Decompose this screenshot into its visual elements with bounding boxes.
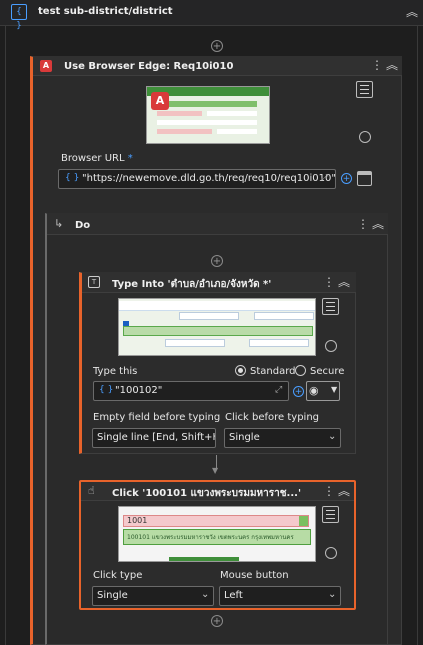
add-variable-icon[interactable]: +	[341, 173, 352, 184]
use-browser-title: Use Browser Edge: Req10i010	[64, 61, 234, 72]
radio-secure[interactable]	[295, 365, 306, 376]
collapse-icon[interactable]: ︽	[406, 5, 418, 19]
browser-screenshot-thumbnail: A	[146, 86, 270, 144]
click-icon: ☝	[88, 484, 95, 497]
click-before-label: Click before typing	[225, 412, 320, 423]
thumb-option-text: 100101 แขวงพระบรมมหาราชวัง เขตพระนคร กรุ…	[127, 534, 294, 541]
do-arrow-icon: ↳	[54, 217, 64, 230]
chevron-down-icon: ⌄	[328, 589, 337, 600]
click-type-dropdown[interactable]: Single ⌄	[92, 586, 214, 606]
add-activity-button[interactable]: +	[211, 40, 223, 52]
sequence-header[interactable]: { } test sub-district/district ︽	[0, 0, 423, 31]
collapse-icon[interactable]: ︽	[338, 484, 350, 498]
browser-url-label: Browser URL *	[61, 153, 133, 164]
click-before-dropdown[interactable]: Single ⌄	[224, 428, 341, 448]
type-into-title: Type Into 'ตำบล/อำเภอ/จังหวัด *'	[112, 279, 272, 290]
click-target-thumbnail: 1001 100101 แขวงพระบรมมหาราชวัง เขตพระนค…	[118, 506, 316, 562]
do-header[interactable]	[47, 213, 388, 235]
chevron-down-icon: ⌄	[328, 431, 337, 442]
type-this-label: Type this	[93, 366, 138, 377]
type-this-field[interactable]: { } "100102" ⤢	[93, 381, 289, 401]
chevron-down-icon: ⌄	[201, 589, 210, 600]
empty-field-dropdown[interactable]: Single line [End, Shift+H	[92, 428, 216, 448]
edge-browser-icon: A	[40, 60, 52, 72]
connector-arrow-icon: ▼	[212, 466, 219, 475]
browser-window-icon[interactable]	[357, 171, 372, 186]
mouse-button-dropdown[interactable]: Left ⌄	[219, 586, 341, 606]
hide-text-toggle[interactable]: ◉ ▼	[306, 381, 340, 401]
add-activity-button[interactable]: +	[211, 255, 223, 267]
add-activity-button[interactable]: +	[211, 615, 223, 627]
collapse-icon[interactable]: ︽	[386, 58, 398, 72]
more-options-icon[interactable]: ⋮	[323, 275, 335, 289]
more-options-icon[interactable]: ⋮	[357, 217, 369, 231]
click-type-label: Click type	[93, 570, 143, 581]
more-options-icon[interactable]: ⋮	[371, 58, 383, 72]
click-title: Click '100101 แขวงพระบรมมหาราช...'	[112, 488, 301, 499]
properties-list-button[interactable]	[322, 298, 339, 315]
browser-url-field[interactable]: { } "https://newemove.dld.go.th/req/req1…	[58, 169, 336, 189]
collapse-icon[interactable]: ︽	[372, 217, 384, 231]
expand-icon[interactable]: ⤢	[321, 173, 328, 183]
thumb-input-text: 1001	[127, 516, 148, 525]
sequence-icon: { }	[11, 4, 27, 31]
radio-standard-label: Standard	[250, 366, 296, 377]
edge-browser-icon: A	[151, 92, 169, 110]
empty-field-value: Single line [End, Shift+H	[97, 432, 216, 443]
add-variable-icon[interactable]: +	[293, 386, 304, 397]
properties-list-button[interactable]	[356, 81, 373, 98]
empty-field-label: Empty field before typing	[93, 412, 221, 423]
expand-icon[interactable]: ⤢	[275, 385, 282, 395]
radio-secure-label: Secure	[310, 366, 345, 377]
target-indicate-icon[interactable]	[325, 547, 337, 559]
expression-icon: { }	[65, 173, 80, 183]
more-options-icon[interactable]: ⋮	[323, 484, 335, 498]
do-title: Do	[75, 220, 91, 231]
type-into-icon: T	[88, 276, 100, 288]
type-this-value: "100102"	[115, 385, 163, 396]
click-before-value: Single	[229, 432, 260, 443]
sequence-title: test sub-district/district	[38, 6, 173, 17]
mouse-button-value: Left	[224, 590, 243, 601]
chevron-down-icon: ▼	[331, 385, 338, 394]
collapse-icon[interactable]: ︽	[338, 275, 350, 289]
click-type-value: Single	[97, 590, 128, 601]
radio-standard[interactable]	[235, 365, 246, 376]
mouse-button-label: Mouse button	[220, 570, 289, 581]
eye-slash-icon: ◉	[309, 384, 319, 397]
properties-list-button[interactable]	[322, 506, 339, 523]
target-indicate-icon[interactable]	[325, 340, 337, 352]
type-into-target-thumbnail	[118, 298, 316, 356]
expression-icon: { }	[99, 385, 114, 395]
target-indicate-icon[interactable]	[359, 131, 371, 143]
browser-url-value: "https://newemove.dld.go.th/req/req10/re…	[82, 173, 336, 184]
